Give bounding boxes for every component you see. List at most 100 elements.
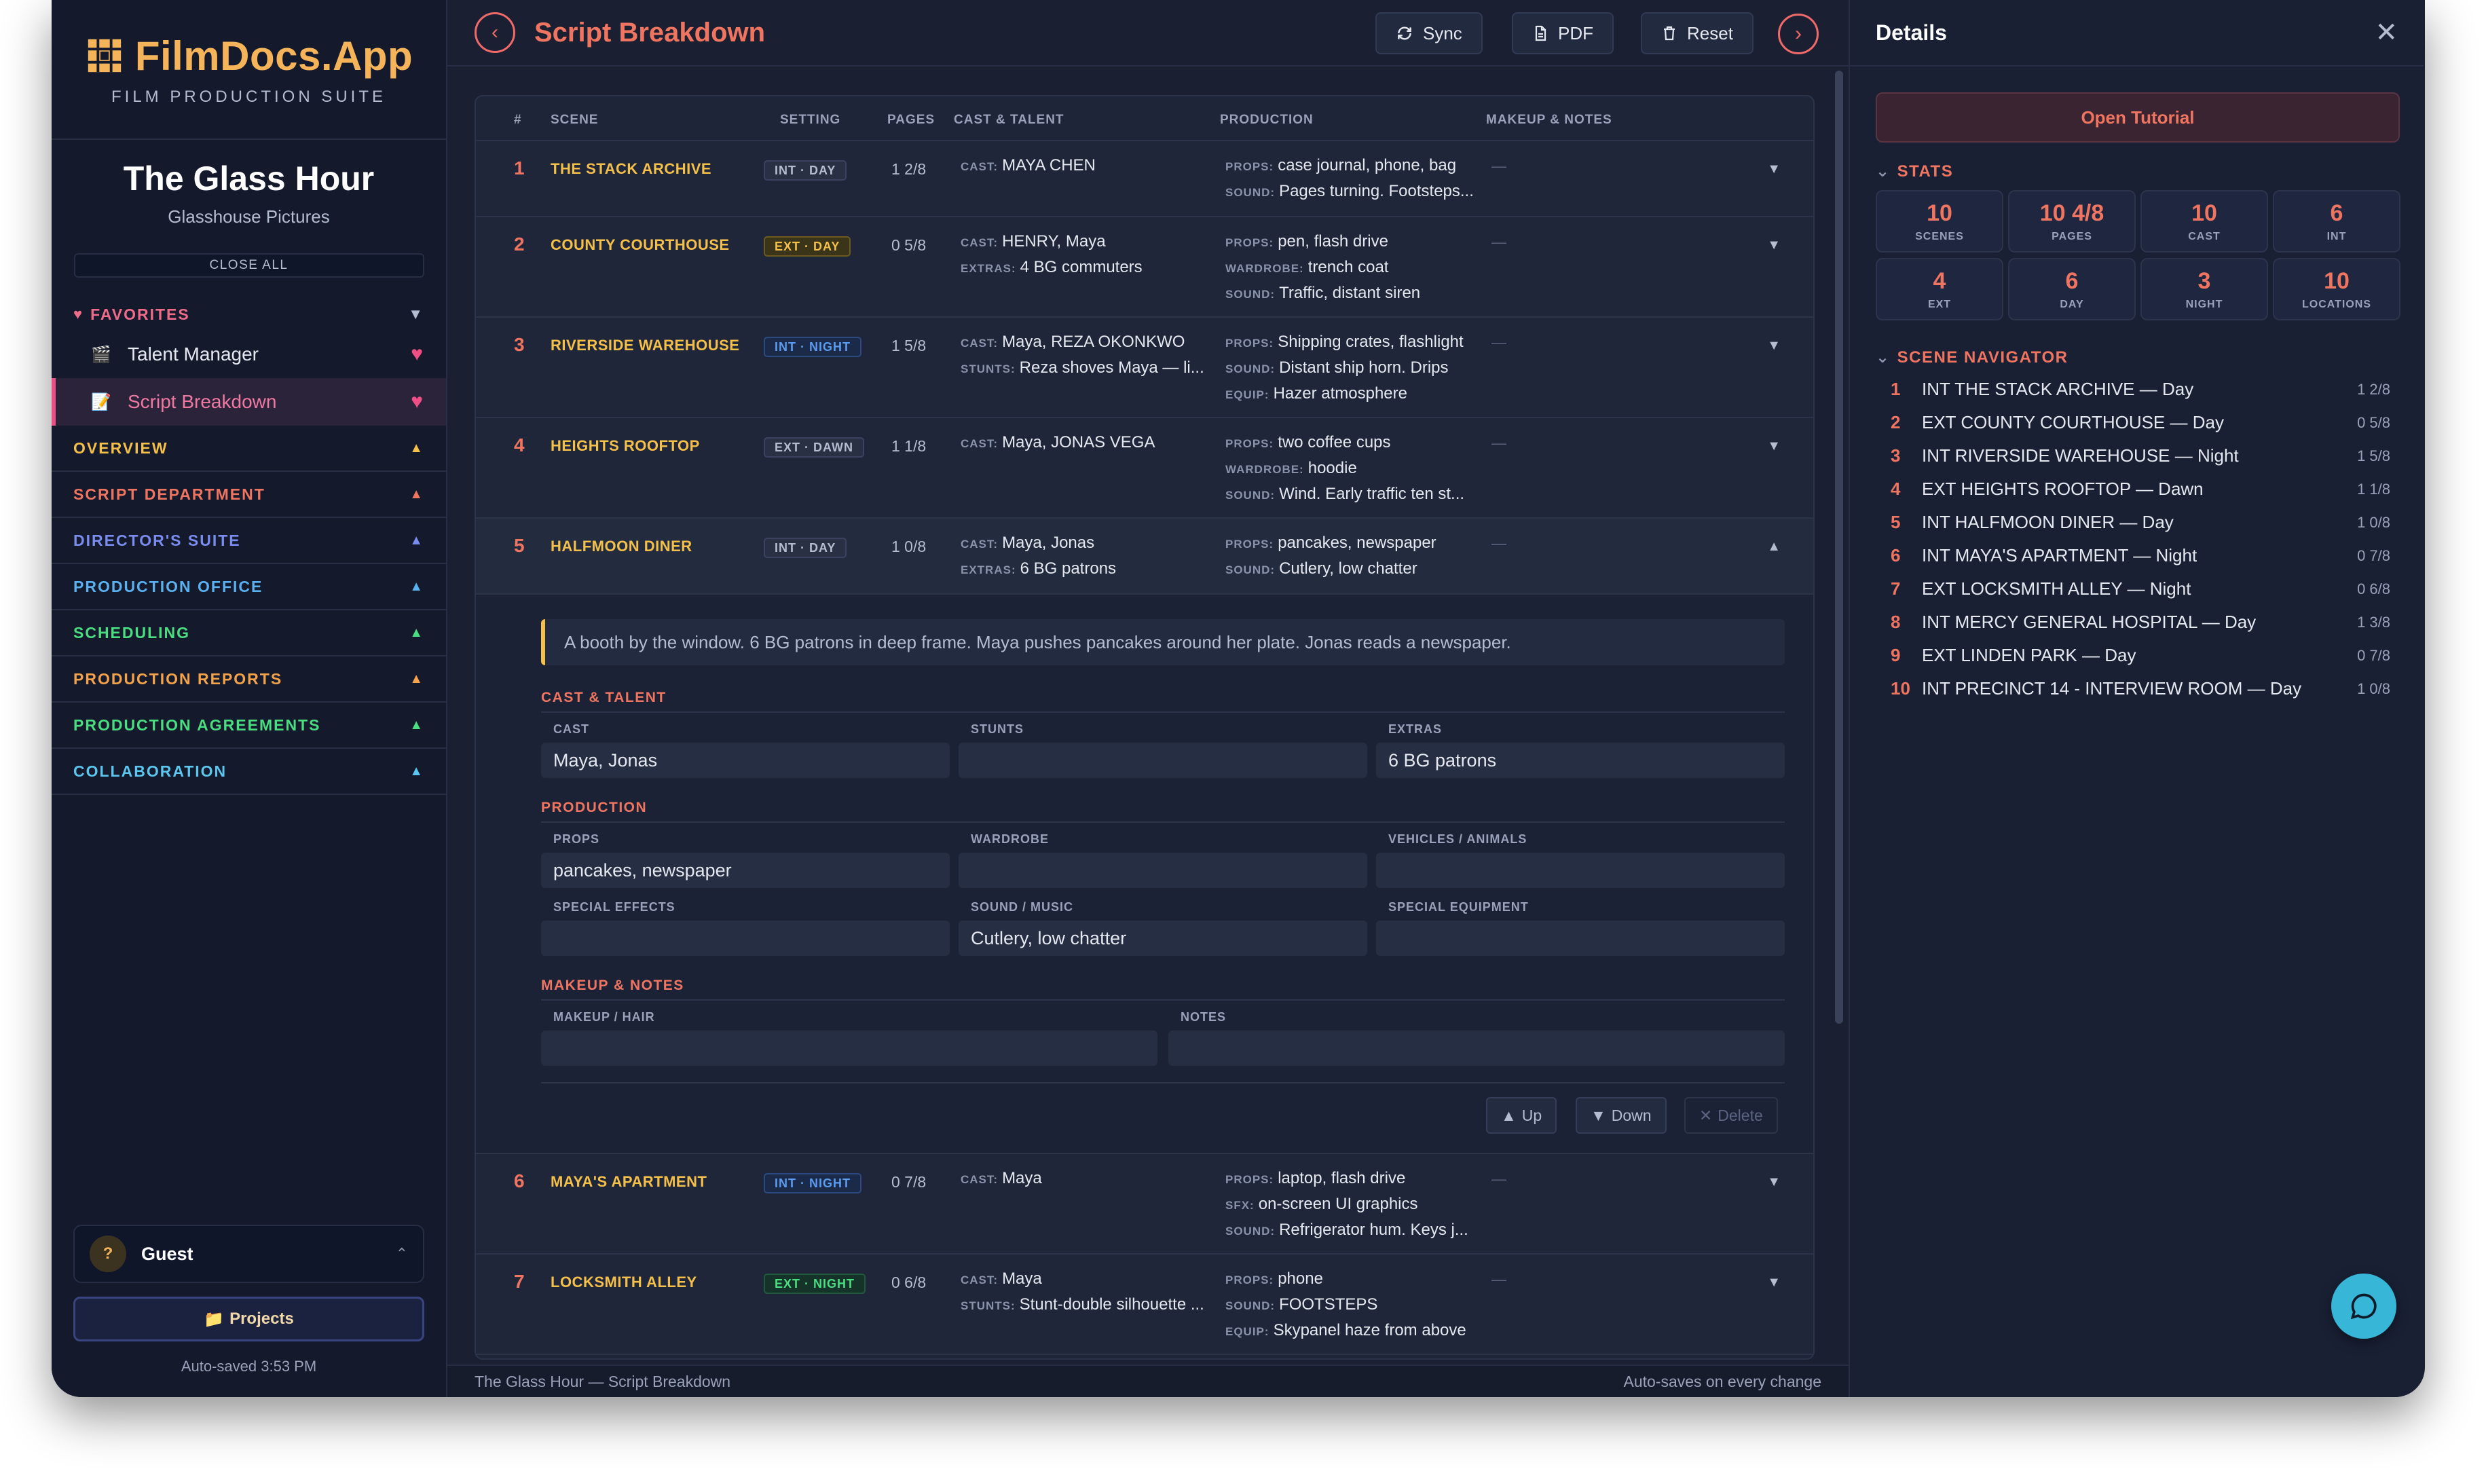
close-icon[interactable]: ✕ bbox=[2375, 17, 2398, 48]
detail-value: 6 BG patrons bbox=[1020, 559, 1117, 578]
scene-pages: 1 0/8 bbox=[2357, 513, 2390, 531]
special-equipment-field[interactable] bbox=[1376, 921, 1785, 956]
makeup-notes-cell: — bbox=[1491, 157, 1506, 174]
table-row[interactable]: 1 THE STACK ARCHIVE INT · DAY 1 2/8 CAST: MAY… bbox=[476, 141, 1813, 217]
open-tutorial-button[interactable]: Open Tutorial bbox=[1876, 92, 2400, 143]
stunts-field[interactable] bbox=[959, 743, 1367, 778]
chevron-down-icon: ⌄ bbox=[1876, 162, 1891, 181]
scene-name: LOCKSMITH ALLEY bbox=[551, 1274, 697, 1291]
heart-icon[interactable]: ♥ bbox=[411, 343, 423, 366]
nav-section[interactable]: PRODUCTION REPORTS ▲ bbox=[52, 656, 446, 703]
table-row[interactable]: 2 COUNTY COURTHOUSE EXT · DAY 0 5/8 CAST: HEN… bbox=[476, 217, 1813, 318]
makeup-notes-cell: — bbox=[1491, 535, 1506, 552]
user-menu[interactable]: ? Guest ⌃ bbox=[73, 1225, 424, 1283]
table-row[interactable]: 6 MAYA'S APARTMENT INT · NIGHT 0 7/8 CAST: Ma… bbox=[476, 1154, 1813, 1255]
stat-value: 4 bbox=[1933, 267, 1946, 294]
cast-section-title: CAST & TALENT bbox=[541, 690, 667, 705]
nav-section[interactable]: PRODUCTION OFFICE ▲ bbox=[52, 564, 446, 610]
nav-section[interactable]: OVERVIEW ▲ bbox=[52, 426, 446, 472]
detail-line: PROPS: phone bbox=[1225, 1267, 1466, 1293]
sound-music-field[interactable]: Cutlery, low chatter bbox=[959, 921, 1367, 956]
stat-label: SCENES bbox=[1915, 230, 1964, 242]
stats-header[interactable]: ⌄ STATS bbox=[1876, 162, 1953, 181]
chat-button[interactable] bbox=[2331, 1274, 2396, 1339]
vehicles-field[interactable] bbox=[1376, 853, 1785, 888]
nav-section[interactable]: DIRECTOR'S SUITE ▲ bbox=[52, 518, 446, 564]
heart-icon[interactable]: ♥ bbox=[411, 390, 423, 413]
nav-section[interactable]: SCHEDULING ▲ bbox=[52, 610, 446, 656]
scene-navigator-item[interactable]: 10 INT PRECINCT 14 - INTERVIEW ROOM — Day… bbox=[1876, 672, 2400, 705]
chevron-down-icon[interactable]: ▼ bbox=[1767, 338, 1781, 354]
nav-section[interactable]: COLLABORATION ▲ bbox=[52, 749, 446, 795]
props-field[interactable]: pancakes, newspaper bbox=[541, 853, 950, 888]
detail-value: trench coat bbox=[1307, 258, 1389, 276]
app-logo[interactable]: FilmDocs.App FILM PRODUCTION SUITE bbox=[52, 0, 446, 140]
detail-label: PROPS: bbox=[1225, 437, 1274, 450]
detail-label: CAST: bbox=[961, 1173, 999, 1186]
scene-navigator-item[interactable]: 3 INT RIVERSIDE WAREHOUSE — Night 1 5/8 bbox=[1876, 439, 2400, 472]
scene-number: 4 bbox=[1891, 479, 1901, 499]
scene-navigator-header[interactable]: ⌄ SCENE NAVIGATOR bbox=[1876, 348, 2068, 367]
chevron-up-icon[interactable]: ▲ bbox=[1767, 539, 1781, 555]
special-effects-field[interactable] bbox=[541, 921, 950, 956]
table-row[interactable]: 3 RIVERSIDE WAREHOUSE INT · NIGHT 1 5/8 CAST… bbox=[476, 318, 1813, 418]
folder-icon: 📁 bbox=[204, 1310, 225, 1329]
detail-label: EQUIP: bbox=[1225, 388, 1269, 401]
detail-line: CAST: Maya, JONAS VEGA bbox=[961, 430, 1155, 456]
move-down-button[interactable]: ▼ Down bbox=[1576, 1097, 1667, 1134]
table-row[interactable]: 4 HEIGHTS ROOFTOP EXT · DAWN 1 1/8 CAST: Maya… bbox=[476, 418, 1813, 519]
back-button[interactable]: ‹ bbox=[475, 12, 515, 53]
scene-description[interactable]: A booth by the window. 6 BG patrons in d… bbox=[541, 619, 1785, 665]
table-row[interactable]: 5 HALFMOON DINER INT · DAY 1 0/8 CAST: Maya, … bbox=[476, 519, 1813, 595]
scene-navigator-item[interactable]: 4 EXT HEIGHTS ROOFTOP — Dawn 1 1/8 bbox=[1876, 472, 2400, 506]
chevron-down-icon[interactable]: ▼ bbox=[1767, 1174, 1781, 1190]
scene-navigator-item[interactable]: 7 EXT LOCKSMITH ALLEY — Night 0 6/8 bbox=[1876, 572, 2400, 606]
scene-navigator-item[interactable]: 5 INT HALFMOON DINER — Day 1 0/8 bbox=[1876, 506, 2400, 539]
close-all-button[interactable]: CLOSE ALL bbox=[73, 253, 424, 278]
pdf-button[interactable]: PDF bbox=[1512, 12, 1614, 54]
nav-section[interactable]: PRODUCTION AGREEMENTS ▲ bbox=[52, 703, 446, 749]
scene-number: 5 bbox=[514, 535, 525, 556]
chevron-down-icon[interactable]: ▼ bbox=[1767, 439, 1781, 454]
scene-navigator-item[interactable]: 2 EXT COUNTY COURTHOUSE — Day 0 5/8 bbox=[1876, 406, 2400, 439]
makeup-hair-field[interactable] bbox=[541, 1031, 1157, 1066]
app-tagline: FILM PRODUCTION SUITE bbox=[111, 87, 386, 106]
favorite-script-breakdown[interactable]: 📝 Script Breakdown ♥ bbox=[52, 378, 446, 426]
favorite-talent-manager[interactable]: 🎬 Talent Manager ♥ bbox=[52, 331, 446, 378]
notes-field[interactable] bbox=[1168, 1031, 1785, 1066]
scene-navigator-item[interactable]: 9 EXT LINDEN PARK — Day 0 7/8 bbox=[1876, 639, 2400, 672]
stat-value: 10 bbox=[2324, 267, 2350, 294]
sidebar-footer: ? Guest ⌃ 📁 Projects Auto-saved 3:53 PM bbox=[52, 1225, 446, 1397]
scrollbar[interactable] bbox=[1835, 71, 1843, 1024]
chevron-down-icon[interactable]: ▼ bbox=[1767, 162, 1781, 177]
scene-navigator-item[interactable]: 8 INT MERCY GENERAL HOSPITAL — Day 1 3/8 bbox=[1876, 606, 2400, 639]
extras-field[interactable]: 6 BG patrons bbox=[1376, 743, 1785, 778]
user-name: Guest bbox=[141, 1243, 193, 1264]
detail-value: HENRY, Maya bbox=[1002, 232, 1106, 251]
chevron-down-icon[interactable]: ▼ bbox=[1767, 1275, 1781, 1291]
field-label: SPECIAL EQUIPMENT bbox=[1388, 900, 1529, 914]
delete-button[interactable]: ✕ Delete bbox=[1684, 1097, 1778, 1134]
nav-section[interactable]: SCRIPT DEPARTMENT ▲ bbox=[52, 472, 446, 518]
projects-button[interactable]: 📁 Projects bbox=[73, 1297, 424, 1341]
chevron-up-icon: ⌃ bbox=[395, 1245, 408, 1262]
move-up-button[interactable]: ▲ Up bbox=[1486, 1097, 1557, 1134]
chevron-down-icon[interactable]: ▼ bbox=[1767, 238, 1781, 253]
cast-field[interactable]: Maya, Jonas bbox=[541, 743, 950, 778]
detail-line: CAST: MAYA CHEN bbox=[961, 153, 1096, 179]
detail-line: SOUND: Distant ship horn. Drips bbox=[1225, 356, 1464, 382]
favorites-header[interactable]: ♥ FAVORITES ▼ bbox=[52, 298, 446, 331]
sync-button[interactable]: Sync bbox=[1375, 12, 1483, 54]
scene-navigator-item[interactable]: 6 INT MAYA'S APARTMENT — Night 0 7/8 bbox=[1876, 539, 2400, 572]
table-row[interactable]: 7 LOCKSMITH ALLEY EXT · NIGHT 0 6/8 CAST: May… bbox=[476, 1255, 1813, 1355]
makeup-notes-cell: — bbox=[1491, 1170, 1506, 1187]
wardrobe-field[interactable] bbox=[959, 853, 1367, 888]
sync-label: Sync bbox=[1423, 22, 1462, 43]
breakdown-table: # SCENE SETTING PAGES CAST & TALENT PROD… bbox=[475, 95, 1815, 1360]
forward-button[interactable]: › bbox=[1778, 14, 1819, 54]
scene-heading: INT PRECINCT 14 - INTERVIEW ROOM — Day bbox=[1922, 678, 2302, 699]
detail-line: SOUND: Cutlery, low chatter bbox=[1225, 557, 1436, 582]
scene-name: RIVERSIDE WAREHOUSE bbox=[551, 337, 740, 354]
reset-button[interactable]: Reset bbox=[1641, 12, 1754, 54]
scene-navigator-item[interactable]: 1 INT THE STACK ARCHIVE — Day 1 2/8 bbox=[1876, 373, 2400, 406]
